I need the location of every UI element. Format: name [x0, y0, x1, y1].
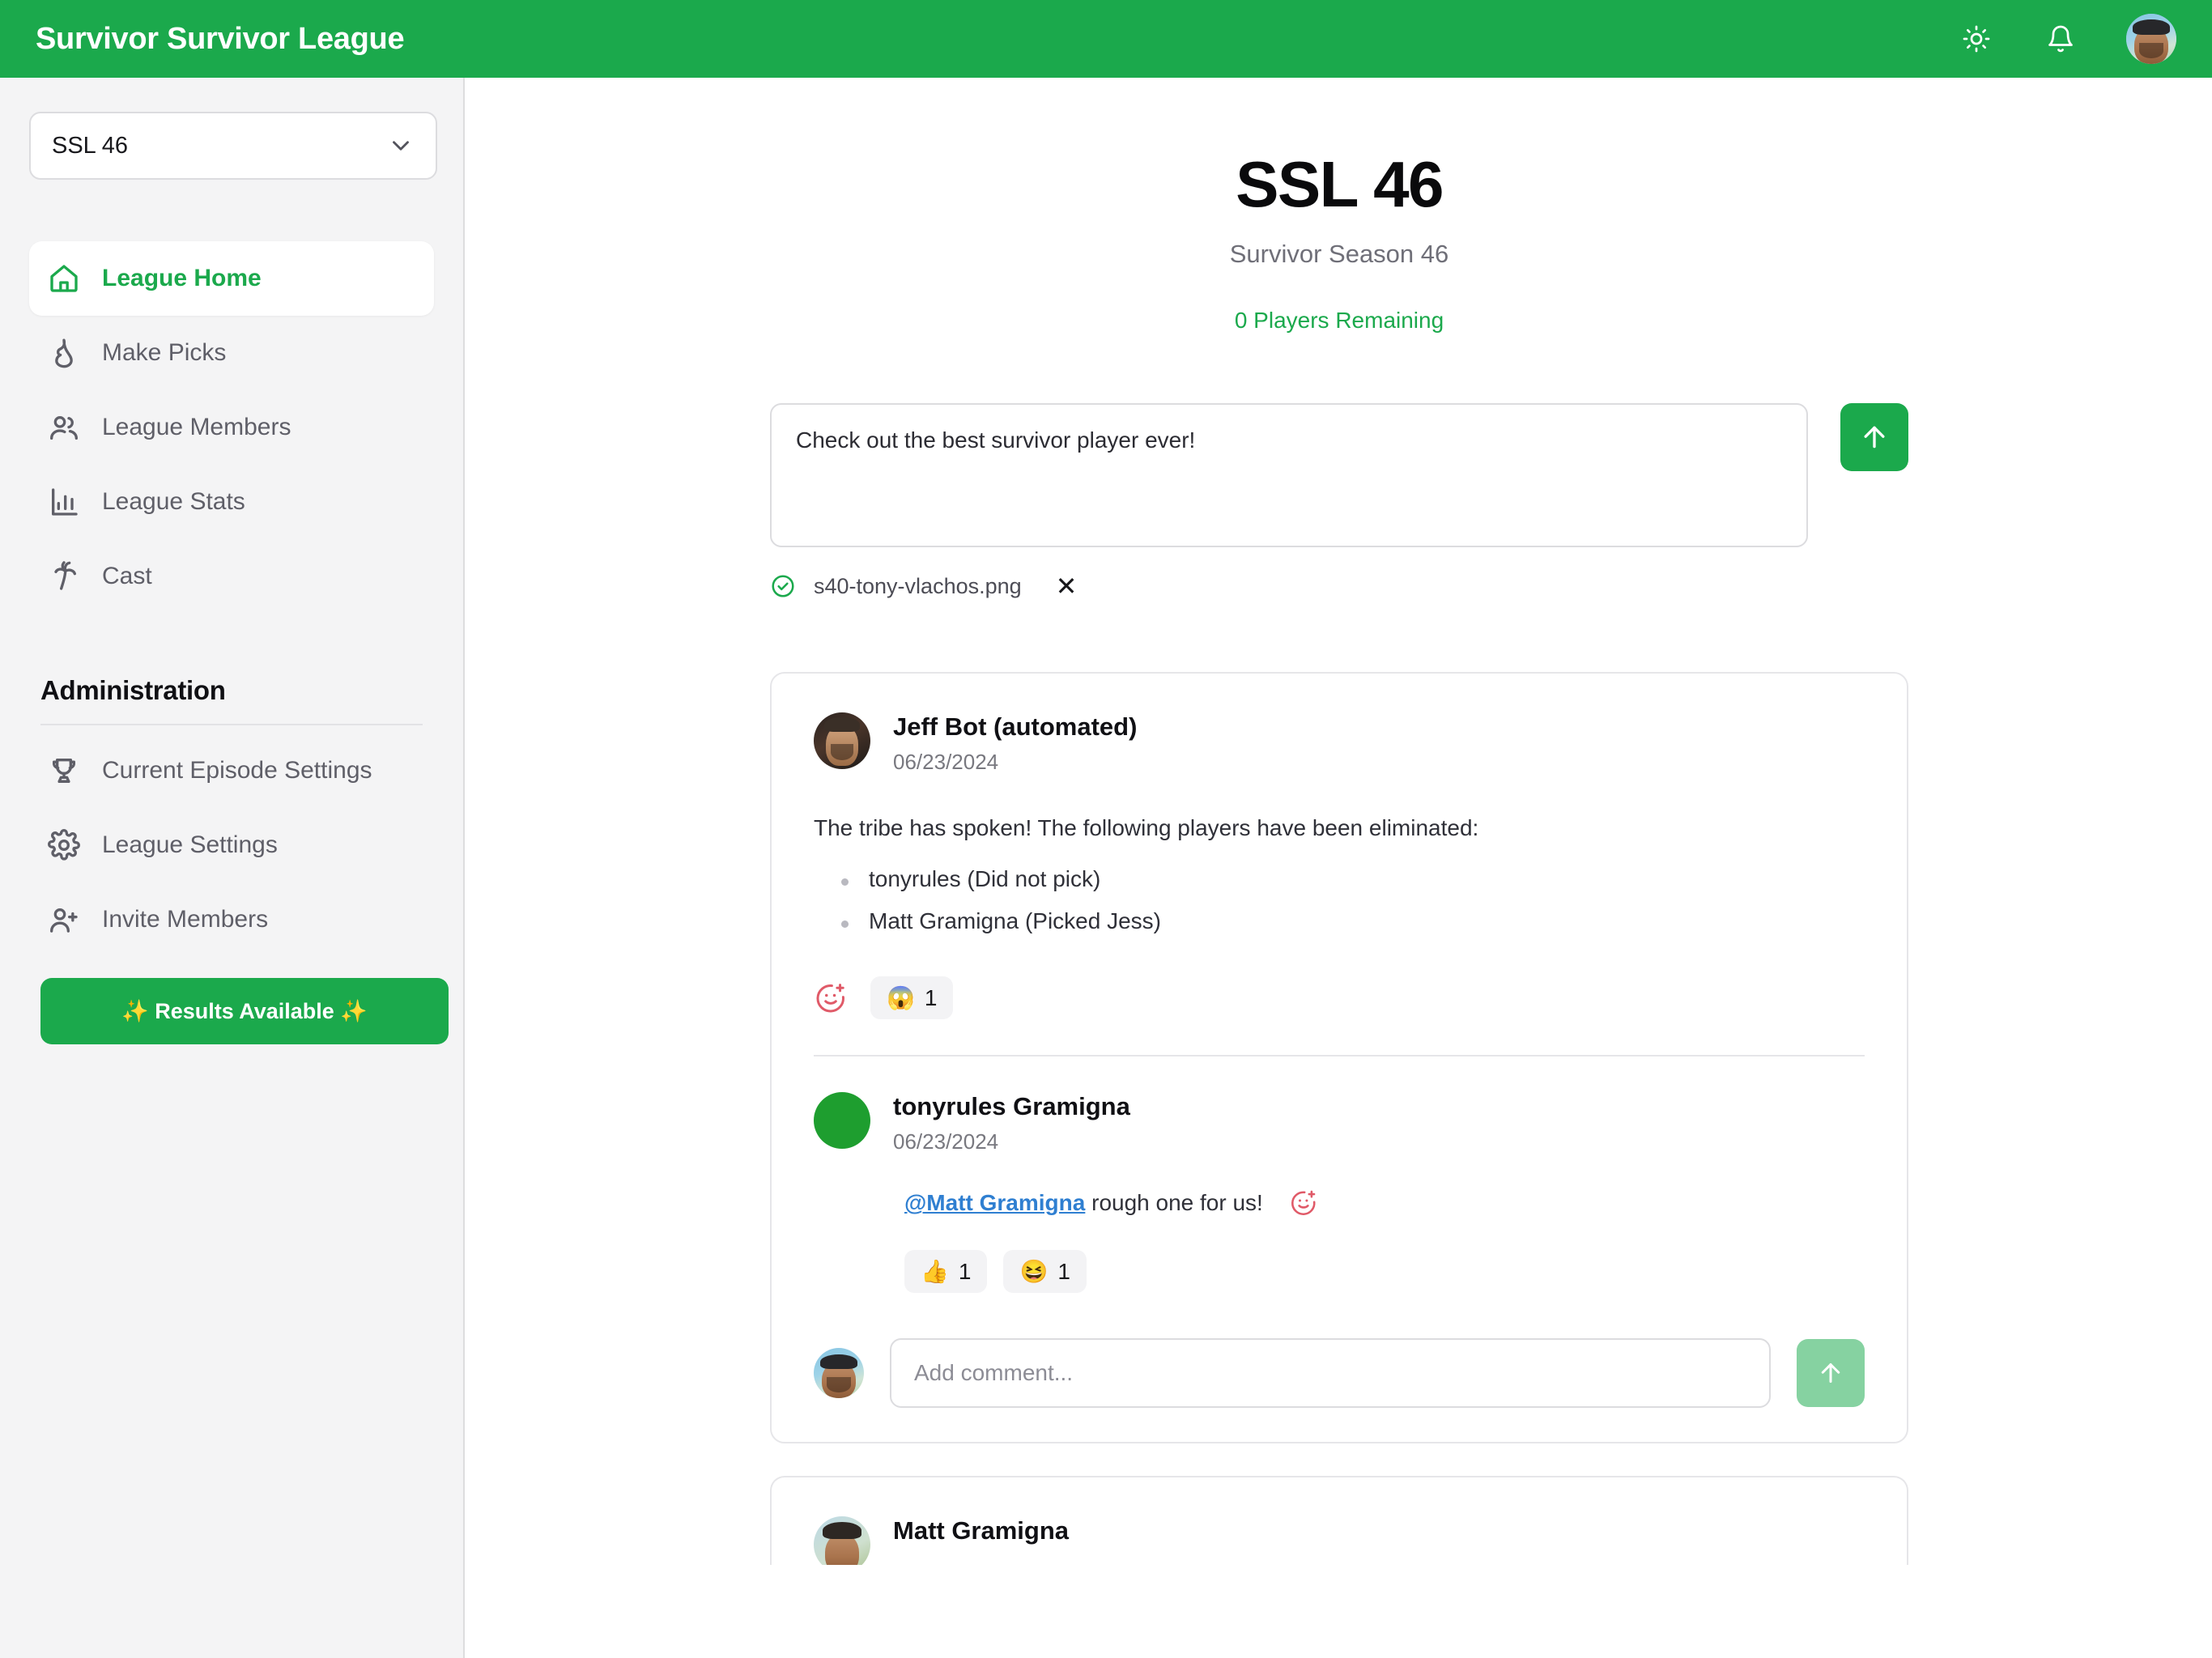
jeff-bot-avatar[interactable] — [814, 712, 870, 769]
add-reaction-icon[interactable] — [1289, 1188, 1318, 1218]
post-divider — [814, 1055, 1865, 1057]
topbar-actions — [1958, 14, 2176, 64]
sidebar-item-league-settings[interactable]: League Settings — [29, 808, 434, 882]
chevron-down-icon — [387, 132, 415, 159]
list-item: Matt Gramigna (Picked Jess) — [841, 908, 1865, 934]
page-header: SSL 46 Survivor Season 46 0 Players Rema… — [466, 78, 2212, 334]
post-author-name: Jeff Bot (automated) — [893, 712, 1138, 741]
comment-text-line: @Matt Gramigna rough one for us! — [904, 1190, 1263, 1216]
flame-icon — [47, 336, 81, 370]
comment-body: @Matt Gramigna rough one for us! — [904, 1188, 1865, 1218]
gear-icon — [47, 828, 81, 862]
add-comment-input[interactable]: Add comment... — [890, 1338, 1771, 1409]
eliminated-players-list: tonyrules (Did not pick) Matt Gramigna (… — [814, 866, 1865, 934]
comment-author-block: tonyrules Gramigna 06/23/2024 — [893, 1092, 1130, 1154]
post-author-block: Matt Gramigna — [893, 1516, 1069, 1545]
administration-divider — [40, 724, 423, 725]
avatar-image — [814, 712, 870, 769]
user-plus-icon — [47, 903, 81, 937]
add-comment-row: Add comment... — [814, 1338, 1865, 1409]
post-author-name: Matt Gramigna — [893, 1516, 1070, 1545]
post-composer-input[interactable]: Check out the best survivor player ever! — [770, 403, 1808, 547]
post-feed: Jeff Bot (automated) 06/23/2024 The trib… — [466, 672, 2212, 1566]
avatar-image — [2126, 14, 2176, 64]
avatar-image — [814, 1348, 864, 1399]
sidebar-item-label: League Stats — [102, 488, 245, 515]
sidebar-item-label: Current Episode Settings — [102, 757, 372, 784]
chart-bar-icon — [47, 485, 81, 519]
comment-reactions: 👍 1 😆 1 — [904, 1250, 1865, 1294]
attachment-filename: s40-tony-vlachos.png — [814, 573, 1022, 598]
trophy-icon — [47, 754, 81, 788]
sidebar-item-label: League Home — [102, 265, 262, 291]
sidebar-item-current-episode-settings[interactable]: Current Episode Settings — [29, 733, 434, 808]
comment-date: 06/23/2024 — [893, 1129, 999, 1154]
sun-icon[interactable] — [1958, 20, 1995, 57]
comment-text: rough one for us! — [1085, 1190, 1263, 1216]
post-card: Matt Gramigna — [770, 1476, 1908, 1566]
user-avatar[interactable] — [2126, 14, 2176, 64]
sidebar-item-label: League Members — [102, 414, 291, 440]
app-brand-title: Survivor Survivor League — [36, 21, 405, 56]
sidebar-item-league-home[interactable]: League Home — [29, 241, 434, 316]
administration-navigation: Current Episode Settings League Settings… — [29, 733, 434, 957]
reaction-chip[interactable]: 😱 1 — [870, 976, 954, 1020]
primary-navigation: League Home Make Picks League Members Le… — [29, 241, 434, 614]
main-content: SSL 46 Survivor Season 46 0 Players Rema… — [466, 78, 2212, 1658]
reaction-emoji: 👍 — [921, 1259, 949, 1285]
players-remaining-status: 0 Players Remaining — [1234, 308, 1444, 333]
list-item: tonyrules (Did not pick) — [841, 866, 1865, 892]
bell-icon[interactable] — [2042, 20, 2079, 57]
add-comment-submit-button[interactable] — [1797, 1339, 1865, 1408]
sidebar-item-invite-members[interactable]: Invite Members — [29, 882, 434, 957]
sidebar-item-label: League Settings — [102, 831, 278, 858]
attachment-row: s40-tony-vlachos.png ✕ — [770, 573, 1908, 599]
sidebar-item-make-picks[interactable]: Make Picks — [29, 316, 434, 390]
reaction-emoji: 😆 — [1019, 1259, 1049, 1285]
league-selector-value: SSL 46 — [52, 132, 129, 159]
green-circle-avatar[interactable] — [814, 1092, 870, 1150]
sidebar-item-cast[interactable]: Cast — [29, 539, 434, 614]
top-navigation-bar: Survivor Survivor League — [0, 0, 2212, 78]
sidebar-item-league-members[interactable]: League Members — [29, 390, 434, 465]
reaction-chip[interactable]: 😆 1 — [1003, 1250, 1087, 1294]
sidebar-item-league-stats[interactable]: League Stats — [29, 465, 434, 539]
results-available-button[interactable]: ✨ Results Available ✨ — [40, 978, 449, 1044]
post-submit-button[interactable] — [1840, 403, 1908, 471]
post-header: Jeff Bot (automated) 06/23/2024 — [814, 712, 1865, 775]
reaction-chip[interactable]: 👍 1 — [904, 1250, 988, 1294]
close-icon[interactable]: ✕ — [1056, 573, 1078, 599]
post-author-block: Jeff Bot (automated) 06/23/2024 — [893, 712, 1137, 775]
page-title: SSL 46 — [1236, 148, 1444, 220]
comment-author-name: tonyrules Gramigna — [893, 1092, 1130, 1121]
post-header: Matt Gramigna — [814, 1516, 1865, 1566]
sidebar-item-label: Make Picks — [102, 339, 227, 366]
reaction-count: 1 — [958, 1258, 972, 1284]
sidebar: SSL 46 League Home Make Picks League Mem… — [0, 78, 465, 1658]
mention-link[interactable]: @Matt Gramigna — [904, 1190, 1085, 1215]
league-selector[interactable]: SSL 46 — [29, 112, 437, 180]
post-card: Jeff Bot (automated) 06/23/2024 The trib… — [770, 672, 1908, 1444]
comment-header: tonyrules Gramigna 06/23/2024 — [814, 1092, 1865, 1154]
palm-tree-icon — [47, 559, 81, 593]
user-avatar[interactable] — [814, 1348, 864, 1399]
post-reactions: 😱 1 — [814, 976, 1865, 1020]
avatar-image — [814, 1516, 870, 1566]
reaction-count: 1 — [924, 984, 938, 1010]
post-date: 06/23/2024 — [893, 750, 999, 774]
reaction-emoji: 😱 — [887, 985, 915, 1011]
post-body-text: The tribe has spoken! The following play… — [814, 815, 1479, 840]
check-circle-icon — [770, 573, 796, 599]
home-icon — [47, 261, 81, 295]
page-subtitle: Survivor Season 46 — [1229, 240, 1449, 268]
post-composer: Check out the best survivor player ever! — [770, 403, 1908, 547]
users-icon — [47, 410, 81, 444]
add-reaction-icon[interactable] — [814, 981, 848, 1015]
sidebar-item-label: Cast — [102, 563, 152, 589]
reaction-count: 1 — [1057, 1258, 1070, 1284]
matt-gramigna-avatar[interactable] — [814, 1516, 870, 1566]
administration-heading: Administration — [40, 675, 226, 705]
sidebar-item-label: Invite Members — [102, 906, 269, 933]
